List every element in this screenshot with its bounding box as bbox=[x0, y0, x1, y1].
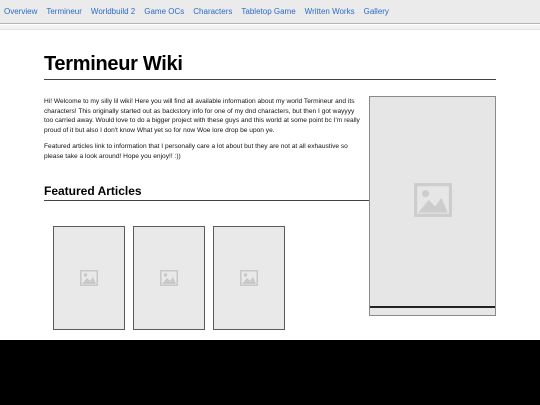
nav-link-game-ocs[interactable]: Game OCs bbox=[144, 7, 184, 16]
nav-link-tabletop-game[interactable]: Tabletop Game bbox=[241, 7, 295, 16]
page-title: Termineur Wiki bbox=[44, 53, 183, 75]
nav-link-termineur[interactable]: Termineur bbox=[46, 7, 82, 16]
wiki-page: Overview Termineur Worldbuild 2 Game OCs… bbox=[0, 0, 540, 340]
image-placeholder-icon bbox=[240, 270, 258, 286]
image-placeholder-icon bbox=[160, 270, 178, 286]
featured-divider bbox=[44, 200, 369, 201]
nav-subbar bbox=[0, 25, 540, 30]
nav-link-written-works[interactable]: Written Works bbox=[305, 7, 355, 16]
featured-article-card[interactable] bbox=[53, 226, 125, 330]
featured-article-card[interactable] bbox=[133, 226, 205, 330]
sidebar-image-panel bbox=[369, 96, 496, 316]
image-placeholder-icon bbox=[80, 270, 98, 286]
nav-link-characters[interactable]: Characters bbox=[193, 7, 232, 16]
title-divider bbox=[44, 79, 496, 80]
featured-articles-heading: Featured Articles bbox=[44, 184, 142, 198]
nav-link-worldbuild-2[interactable]: Worldbuild 2 bbox=[91, 7, 135, 16]
top-nav-bar: Overview Termineur Worldbuild 2 Game OCs… bbox=[0, 0, 540, 24]
nav-link-overview[interactable]: Overview bbox=[4, 7, 37, 16]
sidebar-divider bbox=[370, 306, 495, 308]
nav-link-gallery[interactable]: Gallery bbox=[364, 7, 389, 16]
intro-paragraph: Hi! Welcome to my silly lil wiki! Here y… bbox=[44, 98, 360, 134]
image-placeholder-icon bbox=[414, 183, 452, 217]
intro-paragraph: Featured articles link to information th… bbox=[44, 143, 348, 160]
featured-article-card[interactable] bbox=[213, 226, 285, 330]
intro-text: Hi! Welcome to my silly lil wiki! Here y… bbox=[44, 97, 362, 162]
